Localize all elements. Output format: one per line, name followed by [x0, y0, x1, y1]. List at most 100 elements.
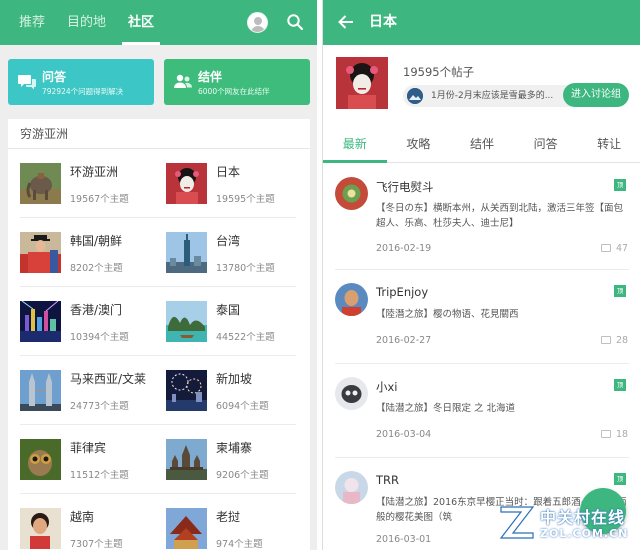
post-date: 2016-03-01	[376, 534, 432, 545]
join-group-button[interactable]: 进入讨论组	[563, 83, 629, 107]
post-count: 19595个帖子	[403, 65, 475, 79]
thai-islands-photo	[166, 301, 207, 342]
tab-destination[interactable]: 目的地	[56, 0, 117, 45]
country-count: 974个主题	[216, 539, 263, 550]
post-date: 2016-02-27	[376, 335, 432, 346]
hint-avatar	[407, 88, 423, 104]
people-icon	[174, 74, 192, 88]
country-item-laos[interactable]: 老挝 974个主题	[154, 494, 300, 550]
zol-watermark: 中关村在线 ZOL.COM.CN	[497, 499, 637, 547]
author-avatar	[335, 283, 368, 316]
pinned-badge: 顶	[614, 473, 626, 485]
comment-count: 18	[601, 429, 628, 440]
country-item-philippines[interactable]: 菲律宾 11512个主题	[8, 425, 154, 493]
tab-qa[interactable]: 问答	[514, 127, 578, 162]
comment-icon	[601, 336, 611, 344]
author-name: 小xi	[376, 380, 398, 394]
search-icon[interactable]	[286, 13, 304, 31]
community-screen: 推荐 目的地 社区 问答 792924个问题得到解决 结伴 6000个网友在此结…	[0, 0, 317, 550]
post-item[interactable]: TripEnjoy 顶 【陸潛之旅】樱の物语、花見關西 2016-02-27 2…	[323, 270, 640, 364]
taipei-101-photo	[166, 232, 207, 273]
comment-count: 28	[601, 335, 628, 346]
post-item[interactable]: 小xi 顶 【陆潜之旅】冬日限定 之 北海道 2016-03-04 18	[323, 364, 640, 458]
jieban-title: 结伴	[198, 70, 223, 84]
pinned-badge: 顶	[614, 179, 626, 191]
post-date: 2016-02-19	[376, 243, 432, 254]
tarsier-photo	[20, 439, 61, 480]
qa-card[interactable]: 问答 792924个问题得到解决	[8, 59, 154, 105]
author-avatar	[335, 177, 368, 210]
country-item-asia[interactable]: 环游亚洲 19567个主题	[8, 149, 154, 217]
author-name: 飞行电熨斗	[376, 180, 434, 194]
country-name: 泰国	[216, 303, 241, 317]
latest-hint[interactable]: 1月份-2月末应该是雪最多的...	[403, 85, 579, 107]
country-name: 老挝	[216, 510, 241, 524]
korean-guard-photo	[20, 232, 61, 273]
post-title: 【冬日の东】横断本州，从关西到北陆，激活三年签【面包超人、乐高、杜莎夫人、迪士尼…	[376, 203, 624, 229]
country-name: 菲律宾	[70, 441, 107, 455]
asia-region-panel: 穷游亚洲 环游亚洲 19567个主题 日本 19595个主题 韩国/朝鲜 820…	[8, 119, 310, 550]
comment-icon	[601, 244, 611, 252]
top-nav-bar: 推荐 目的地 社区	[0, 0, 317, 45]
country-item-thailand[interactable]: 泰国 44522个主题	[154, 287, 300, 355]
tab-transfer[interactable]: 转让	[577, 127, 640, 162]
geisha-photo	[166, 163, 207, 204]
country-name: 新加坡	[216, 372, 253, 386]
tab-community[interactable]: 社区	[117, 0, 165, 45]
country-name: 环游亚洲	[70, 165, 119, 179]
user-avatar-icon[interactable]	[247, 12, 268, 33]
pinned-badge: 顶	[614, 285, 626, 297]
post-title: 【陸潛之旅】樱の物语、花見關西	[376, 309, 519, 320]
country-name: 台湾	[216, 234, 241, 248]
country-item-vietnam[interactable]: 越南 7307个主题	[8, 494, 154, 550]
japan-forum-screen: 日本 19595个帖子 1月份-2月末应该是雪最多的... 进入讨论组 最新 攻…	[322, 0, 640, 550]
post-title: 【陆潜之旅】冬日限定 之 北海道	[376, 403, 516, 414]
country-item-hongkong[interactable]: 香港/澳门 10394个主题	[8, 287, 154, 355]
country-item-malaysia[interactable]: 马来西亚/文莱 24773个主题	[8, 356, 154, 424]
watermark-text: 中关村在线	[540, 508, 626, 527]
pinned-badge: 顶	[614, 379, 626, 391]
country-count: 13780个主题	[216, 263, 275, 274]
country-count: 24773个主题	[70, 401, 129, 412]
post-item[interactable]: 飞行电熨斗 顶 【冬日の东】横断本州，从关西到北陆，激活三年签【面包超人、乐高、…	[323, 164, 640, 270]
watermark-domain: ZOL.COM.CN	[540, 527, 629, 540]
country-item-korea[interactable]: 韩国/朝鲜 8202个主题	[8, 218, 154, 286]
country-count: 10394个主题	[70, 332, 129, 343]
author-name: TripEnjoy	[376, 285, 429, 299]
country-count: 7307个主题	[70, 539, 123, 550]
author-avatar	[335, 377, 368, 410]
comment-count: 47	[601, 243, 628, 254]
chat-bubbles-icon	[18, 75, 36, 90]
jieban-subtitle: 6000个网友在此结伴	[198, 87, 270, 96]
country-item-japan[interactable]: 日本 19595个主题	[154, 149, 300, 217]
country-item-taiwan[interactable]: 台湾 13780个主题	[154, 218, 300, 286]
elephant-photo	[20, 163, 61, 204]
country-name: 香港/澳门	[70, 303, 123, 317]
zol-logo-icon	[499, 506, 535, 539]
country-item-cambodia[interactable]: 柬埔寨 9206个主题	[154, 425, 300, 493]
country-item-singapore[interactable]: 新加坡 6094个主题	[154, 356, 300, 424]
country-count: 19567个主题	[70, 194, 129, 205]
comment-icon	[601, 430, 611, 438]
country-count: 19595个主题	[216, 194, 275, 205]
country-count: 11512个主题	[70, 470, 129, 481]
page-title: 日本	[369, 14, 397, 30]
qa-title: 问答	[42, 70, 67, 84]
back-arrow-icon[interactable]	[337, 13, 355, 31]
country-name: 柬埔寨	[216, 441, 253, 455]
country-name: 韩国/朝鲜	[70, 234, 123, 248]
author-avatar	[335, 471, 368, 504]
jieban-card[interactable]: 结伴 6000个网友在此结伴	[164, 59, 310, 105]
country-name: 越南	[70, 510, 95, 524]
tab-guide[interactable]: 攻略	[387, 127, 451, 162]
petronas-towers-photo	[20, 370, 61, 411]
laos-temple-photo	[166, 508, 207, 549]
singapore-fireworks-photo	[166, 370, 207, 411]
tab-companion[interactable]: 结伴	[450, 127, 514, 162]
geisha-cover-photo	[336, 57, 388, 109]
tab-recommend[interactable]: 推荐	[8, 0, 56, 45]
country-count: 9206个主题	[216, 470, 269, 481]
author-name: TRR	[376, 473, 400, 487]
tab-latest[interactable]: 最新	[323, 127, 387, 163]
vietnam-child-photo	[20, 508, 61, 549]
